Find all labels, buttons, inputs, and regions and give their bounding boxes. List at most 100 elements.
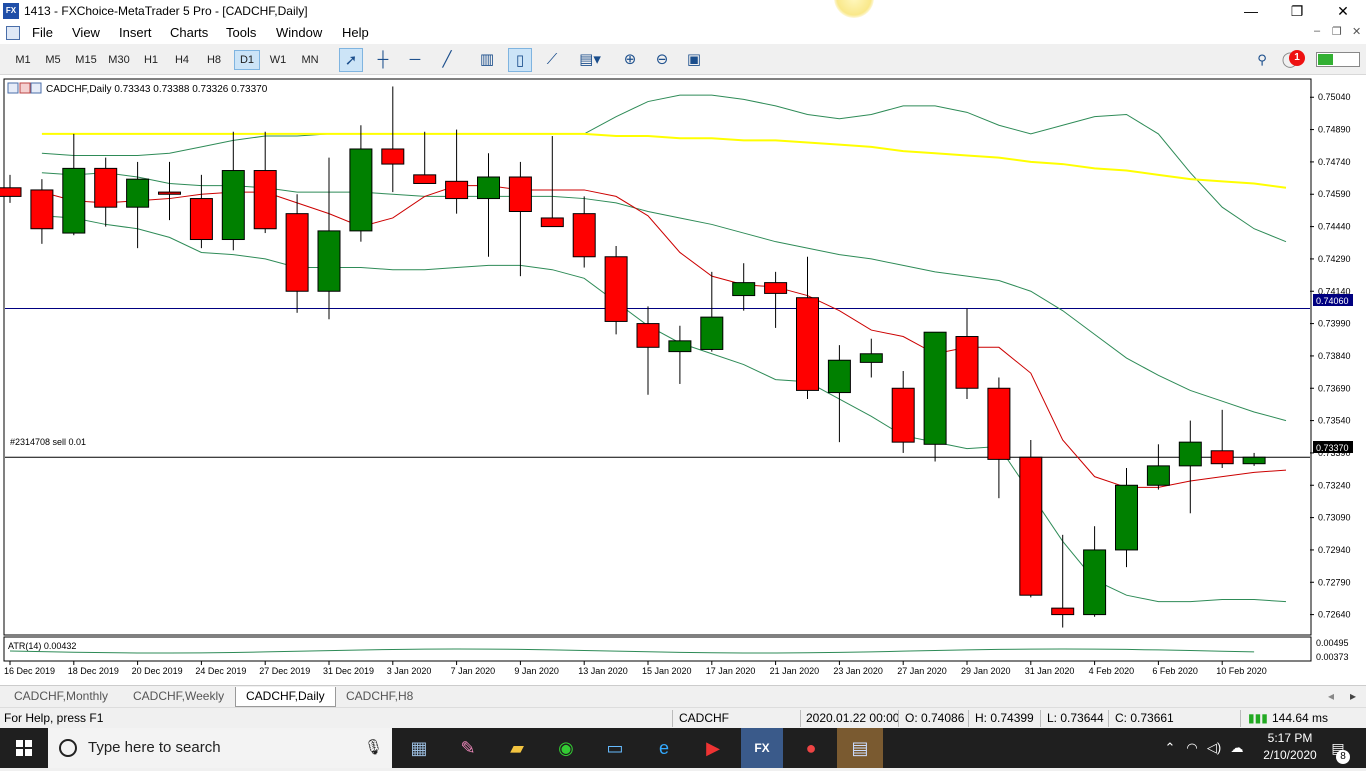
current-price-label: 0.73370	[1316, 443, 1349, 453]
bear-candle	[0, 187, 22, 197]
order-label: #2314708 sell 0.01	[10, 437, 86, 447]
window-title: 1413 - FXChoice-MetaTrader 5 Pro - [CADC…	[24, 4, 308, 18]
bar-chart-icon[interactable]: ▥	[475, 48, 499, 72]
menu-tools[interactable]: Tools	[226, 25, 256, 40]
notification-badge[interactable]: 1	[1289, 50, 1305, 66]
menu-file[interactable]: File	[32, 25, 53, 40]
price-chart[interactable]: 0.75040 0.74890 0.74740 0.74590 0.74440 0.742…	[0, 75, 1366, 685]
tray-date[interactable]: 2/10/2020	[1258, 748, 1322, 762]
bull-candle	[1146, 465, 1170, 486]
paint-app-icon[interactable]: ✎	[452, 734, 484, 762]
bear-candle	[1051, 607, 1075, 616]
y-tick-label: 0.74290	[1318, 254, 1351, 264]
close-button[interactable]: ✕	[1320, 0, 1366, 22]
timeframe-h4[interactable]: H4	[169, 50, 195, 70]
minimize-button[interactable]: —	[1228, 0, 1274, 22]
tab-cadchf-daily[interactable]: CADCHF,Daily	[235, 687, 336, 707]
atr-level-low: 0.00373	[1316, 652, 1349, 662]
status-help: For Help, press F1	[4, 711, 104, 725]
tab-cadchf-h8[interactable]: CADCHF,H8	[336, 687, 423, 707]
maximize-button[interactable]: ❐	[1274, 0, 1320, 22]
tab-cadchf-monthly[interactable]: CADCHF,Monthly	[4, 687, 118, 707]
y-tick-label: 0.72640	[1318, 610, 1351, 620]
folder-app-icon[interactable]: ▰	[501, 734, 533, 762]
remote-desktop-app-icon[interactable]: ▭	[599, 734, 631, 762]
timeframe-h8[interactable]: H8	[201, 50, 227, 70]
chart-window-icon[interactable]	[6, 26, 20, 40]
crosshair-tool-icon[interactable]: ┼	[371, 48, 395, 72]
chrome-app-icon[interactable]: ●	[795, 734, 827, 762]
timeframe-h1[interactable]: H1	[138, 50, 164, 70]
atr-label: ATR(14) 0.00432	[8, 641, 76, 651]
mdi-close-button[interactable]: ✕	[1352, 25, 1361, 38]
y-tick-label: 0.72940	[1318, 545, 1351, 555]
bear-candle	[636, 323, 660, 348]
status-bar: For Help, press F1 CADCHF 2020.01.22 00:…	[0, 707, 1366, 728]
x-tick-label: 10 Feb 2020	[1216, 666, 1267, 676]
x-tick-label: 23 Jan 2020	[833, 666, 883, 676]
file-explorer-app-icon[interactable]: ▦	[403, 734, 435, 762]
one-click-trading-icon	[7, 82, 19, 94]
status-separator	[800, 710, 801, 727]
bear-candle	[381, 148, 405, 165]
x-tick-label: 27 Dec 2019	[259, 666, 310, 676]
search-icon[interactable]: ⚲	[1250, 48, 1274, 72]
menu-view[interactable]: View	[72, 25, 100, 40]
mdi-restore-button[interactable]: ❐	[1332, 25, 1342, 38]
x-tick-label: 27 Jan 2020	[897, 666, 947, 676]
chart-properties-icon[interactable]: ▣	[682, 48, 706, 72]
timeframe-mn[interactable]: MN	[297, 50, 323, 70]
bear-candle	[94, 167, 118, 208]
chart-window[interactable]: 0.75040 0.74890 0.74740 0.74590 0.74440 0.742…	[0, 75, 1366, 685]
timeframe-m5[interactable]: M5	[40, 50, 66, 70]
fxchoice-app-icon[interactable]: FX	[741, 728, 783, 768]
timeframe-w1[interactable]: W1	[265, 50, 291, 70]
bull-candle	[668, 340, 692, 353]
x-tick-label: 20 Dec 2019	[132, 666, 183, 676]
status-separator	[672, 710, 673, 727]
y-tick-label: 0.75040	[1318, 92, 1351, 102]
taskbar-search[interactable]: Type here to search 🎙	[48, 728, 392, 768]
candlestick-chart-icon[interactable]: ▯	[508, 48, 532, 72]
start-button[interactable]	[0, 728, 48, 768]
bull-candle	[827, 359, 851, 394]
y-tick-label: 0.73090	[1318, 513, 1351, 523]
timeframe-m15[interactable]: M15	[71, 50, 101, 70]
menu-bar: File View Insert Charts Tools Window Hel…	[0, 22, 1366, 44]
terminal-app-icon[interactable]: ▤	[837, 728, 883, 768]
mdi-minimize-button[interactable]: –	[1314, 25, 1320, 37]
status-datetime: 2020.01.22 00:00	[806, 711, 900, 725]
timeframe-m1[interactable]: M1	[10, 50, 36, 70]
line-chart-icon[interactable]: ⟋	[540, 48, 564, 72]
tray-time[interactable]: 5:17 PM	[1258, 731, 1322, 745]
internet-explorer-app-icon[interactable]: e	[648, 734, 680, 762]
zoom-out-icon[interactable]: ⊖	[650, 48, 674, 72]
menu-window[interactable]: Window	[276, 25, 322, 40]
bull-candle	[1083, 549, 1107, 616]
y-tick-label: 0.73990	[1318, 319, 1351, 329]
horizontal-line-tool-icon[interactable]: ─	[403, 48, 427, 72]
cursor-tool-icon[interactable]: ➚	[339, 48, 363, 72]
tab-cadchf-weekly[interactable]: CADCHF,Weekly	[123, 687, 234, 707]
toolbar: M1 M5 M15 M30 H1 H4 H8 D1 W1 MN ➚ ┼ ─ ╱ …	[0, 44, 1366, 75]
timeframe-d1[interactable]: D1	[234, 50, 260, 70]
trendline-tool-icon[interactable]: ╱	[435, 48, 459, 72]
bear-candle	[987, 387, 1011, 460]
chart-header-text: CADCHF,Daily 0.73343 0.73388 0.73326 0.7…	[46, 84, 268, 95]
signal-strength-fill	[1318, 54, 1333, 65]
x-tick-label: 4 Feb 2020	[1089, 666, 1135, 676]
tabs-scroll-right-icon[interactable]: ▸	[1340, 687, 1366, 707]
zoom-in-icon[interactable]: ⊕	[618, 48, 642, 72]
microphone-icon[interactable]: 🎙	[364, 738, 383, 756]
media-app-icon[interactable]: ▶	[697, 734, 729, 762]
bear-candle	[955, 336, 979, 389]
menu-charts[interactable]: Charts	[170, 25, 208, 40]
templates-dropdown-icon[interactable]: ▤▾	[572, 48, 608, 72]
chart-tabs-bar: CADCHF,Monthly CADCHF,Weekly CADCHF,Dail…	[0, 685, 1366, 707]
title-bar: FX 1413 - FXChoice-MetaTrader 5 Pro - [C…	[0, 0, 1366, 22]
whatsapp-app-icon[interactable]: ◉	[550, 734, 582, 762]
onedrive-icon[interactable]: ☁	[1221, 734, 1253, 762]
timeframe-m30[interactable]: M30	[104, 50, 134, 70]
menu-help[interactable]: Help	[342, 25, 369, 40]
menu-insert[interactable]: Insert	[119, 25, 152, 40]
